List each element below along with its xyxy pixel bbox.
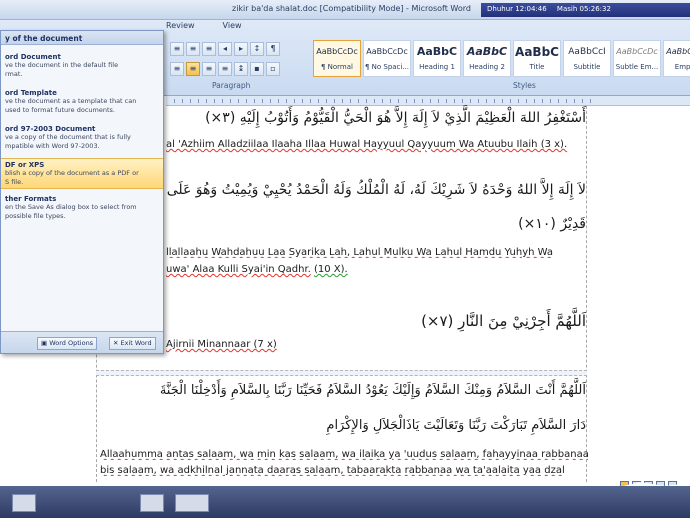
increase-indent-button[interactable]: ▸	[234, 42, 248, 56]
style-normal[interactable]: AaBbCcDc ¶ Normal	[313, 40, 361, 77]
save-as-header: y of the document	[1, 31, 163, 45]
save-as-pdf-xps[interactable]: DF or XPS blish a copy of the document a…	[1, 158, 163, 189]
save-as-word-template[interactable]: ord Template ve the document as a templa…	[1, 87, 163, 116]
tab-review[interactable]: Review	[166, 21, 195, 33]
prayer-clock: Dhuhur 12:04:46 Masih 05:26:32	[481, 3, 690, 17]
arabic-line-4b: دَارَ السَّلاَمِ تَبَارَكْتَ رَبَّنَا وَ…	[326, 418, 586, 433]
styles-gallery: AaBbCcDc ¶ Normal AaBbCcDc ¶ No Spaci...…	[313, 40, 690, 78]
sort-button[interactable]: ↕	[250, 42, 264, 56]
taskbar	[0, 486, 690, 518]
taskbar-app-button[interactable]	[175, 494, 209, 512]
line-spacing-button[interactable]: ↨	[234, 62, 248, 76]
save-as-word-document[interactable]: ord Document ve the document in the defa…	[1, 51, 163, 80]
borders-button[interactable]: ▫	[266, 62, 280, 76]
taskbar-app-button[interactable]	[12, 494, 36, 512]
latin-line-3: Ajirnii Minannaar (7 x)	[166, 339, 277, 350]
word-options-button[interactable]: ▣ Word Options	[37, 337, 98, 350]
title-bar: zikir ba'da shalat.doc [Compatibility Mo…	[0, 0, 690, 20]
latin-line-2a: llallaahu Wahdahuu Laa Syarika Lah, Lahu…	[166, 247, 554, 258]
arabic-line-1: أَسْتَغْفِرُ اللهَ الْعَظِيْمَ الَّذِيْ …	[205, 110, 586, 126]
save-as-word-97-2003[interactable]: ord 97-2003 Document ve a copy of the do…	[1, 123, 163, 152]
options-icon: ▣	[41, 339, 50, 347]
paragraph-row-2: ≡ ≡ ≡ ≡ ↨ ▪ ▫	[170, 62, 280, 78]
shading-button[interactable]: ▪	[250, 62, 264, 76]
style-emphasis[interactable]: AaBbCcDc Empha	[663, 40, 690, 77]
clock-next: Masih 05:26:32	[556, 5, 611, 13]
tab-view[interactable]: View	[223, 21, 242, 33]
style-heading-1[interactable]: AaBbC Heading 1	[413, 40, 461, 77]
page-margin-right	[586, 106, 587, 482]
align-right-button[interactable]: ≡	[202, 62, 216, 76]
style-title[interactable]: AaBbC Title	[513, 40, 561, 77]
latin-line-4b: bis salaam, wa adkhilnal jannata daaras …	[100, 465, 565, 476]
latin-line-4a: Allaahumma antas salaam, wa min kas sala…	[100, 449, 588, 460]
menu-footer: ▣ Word Options ✕ Exit Word	[1, 331, 163, 353]
arabic-line-2b: قَدِيْرٌ (١٠×)	[518, 216, 586, 232]
style-subtle-emphasis[interactable]: AaBbCcDc Subtle Em...	[613, 40, 661, 77]
justify-button[interactable]: ≡	[218, 62, 232, 76]
office-save-as-menu: y of the document ord Document ve the do…	[0, 30, 164, 354]
style-subtitle[interactable]: AaBbCcI Subtitle	[563, 40, 611, 77]
styles-group-label: Styles	[513, 81, 536, 90]
decrease-indent-button[interactable]: ◂	[218, 42, 232, 56]
bullets-button[interactable]: ≡	[170, 42, 184, 56]
close-icon: ✕	[113, 339, 121, 347]
paragraph-group-label: Paragraph	[212, 81, 251, 90]
style-heading-2[interactable]: AaBbC Heading 2	[463, 40, 511, 77]
ribbon-tabs: Review View	[166, 21, 242, 33]
taskbar-app-button[interactable]	[140, 494, 164, 512]
show-hide-button[interactable]: ¶	[266, 42, 280, 56]
style-no-spacing[interactable]: AaBbCcDc ¶ No Spaci...	[363, 40, 411, 77]
save-as-other-formats[interactable]: ther Formats en the Save As dialog box t…	[1, 193, 163, 222]
latin-line-2b-wrap: uwa' Alaa Kulli Syai'in Qadhr. (10 X).	[166, 264, 348, 275]
horizontal-ruler[interactable]	[166, 96, 690, 106]
multilevel-list-button[interactable]: ≡	[202, 42, 216, 56]
latin-line-2c: (10 X).	[314, 264, 348, 275]
align-left-button[interactable]: ≡	[170, 62, 184, 76]
arabic-line-2a: لاَ إِلَهَ إِلاَّ اللهُ وَحْدَهُ لاَ شَر…	[166, 182, 586, 198]
arabic-line-4a: اَللَّهُمَّ أَنْتَ السَّلاَمُ وَمِنْكَ ا…	[159, 383, 586, 398]
align-center-button[interactable]: ≡	[186, 62, 200, 76]
window-title: zikir ba'da shalat.doc [Compatibility Mo…	[232, 4, 471, 13]
paragraph-row-1: ≡ ≡ ≡ ◂ ▸ ↕ ¶	[170, 42, 280, 58]
arabic-line-3: اَللَّهُمَّ أَجِرْنِيْ مِنَ النَّارِ (٧×…	[421, 312, 586, 330]
latin-line-2b: uwa' Alaa Kulli Syai'in Qadhr.	[166, 264, 311, 275]
exit-word-button[interactable]: ✕ Exit Word	[109, 337, 156, 350]
latin-line-1: al 'Azhiim Alladziilaa Ilaaha Illaa Huwa…	[166, 139, 568, 150]
numbering-button[interactable]: ≡	[186, 42, 200, 56]
clock-current: Dhuhur 12:04:46	[487, 5, 547, 13]
page-break	[96, 370, 587, 376]
